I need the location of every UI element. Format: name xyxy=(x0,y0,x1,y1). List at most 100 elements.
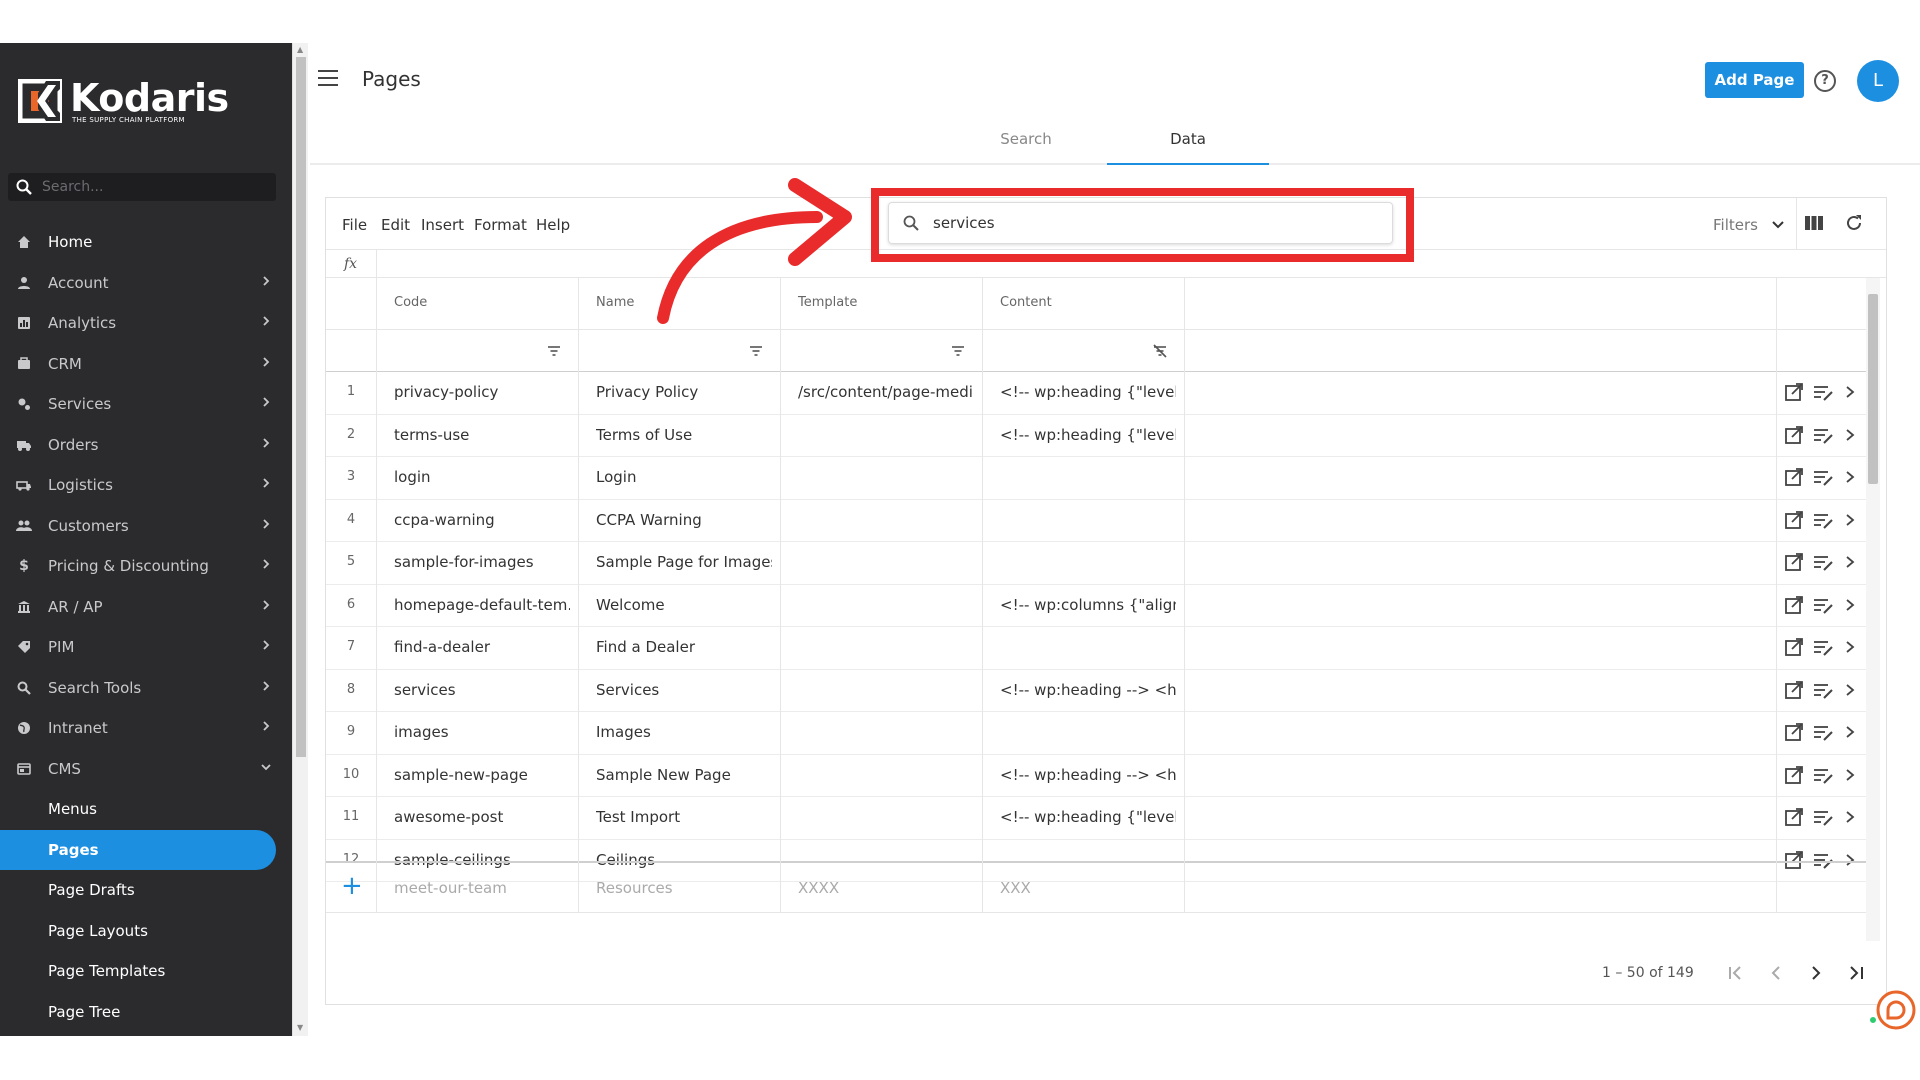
open-external-icon[interactable] xyxy=(1784,467,1804,487)
column-header-name[interactable]: Name xyxy=(596,295,634,310)
cell-content[interactable]: <!-- wp:heading --> <h2... xyxy=(1000,766,1176,784)
chevron-right-icon[interactable] xyxy=(1842,637,1858,657)
cell-content[interactable]: <!-- wp:heading {"level":... xyxy=(1000,426,1176,444)
table-row[interactable]: 6 homepage-default-tem... Welcome <!-- wp:c… xyxy=(326,585,1866,627)
cell-name[interactable]: Test Import xyxy=(596,808,772,826)
new-row-code-placeholder[interactable]: meet-our-team xyxy=(394,879,507,897)
menu-edit[interactable]: Edit xyxy=(381,216,410,234)
new-row-content-placeholder[interactable]: XXX xyxy=(1000,879,1031,897)
table-row[interactable]: 7 find-a-dealer Find a Dealer xyxy=(326,627,1866,670)
cell-content[interactable]: <!-- wp:heading --> <h2... xyxy=(1000,681,1176,699)
table-row[interactable]: 3 login Login xyxy=(326,457,1866,500)
sidebar-item-cms[interactable]: CMS xyxy=(0,749,292,790)
cell-name[interactable]: Find a Dealer xyxy=(596,638,772,656)
chat-support-icon[interactable] xyxy=(1876,990,1916,1030)
chevron-right-icon[interactable] xyxy=(1842,722,1858,742)
sidebar-subitem-page-layouts[interactable]: Page Layouts xyxy=(0,911,292,952)
sidebar-subitem-page-drafts[interactable]: Page Drafts xyxy=(0,870,292,911)
chevron-right-icon[interactable] xyxy=(1842,595,1858,615)
sidebar-item-analytics[interactable]: Analytics xyxy=(0,303,292,344)
sidebar-subitem-page-templates[interactable]: Page Templates xyxy=(0,951,292,992)
cell-name[interactable]: Welcome xyxy=(596,596,772,614)
open-external-icon[interactable] xyxy=(1784,807,1804,827)
menu-file[interactable]: File xyxy=(342,216,367,234)
sidebar-item-ar-ap[interactable]: AR / AP xyxy=(0,587,292,628)
edit-lines-icon[interactable] xyxy=(1812,637,1834,657)
edit-lines-icon[interactable] xyxy=(1812,807,1834,827)
sidebar-item-intranet[interactable]: Intranet xyxy=(0,708,292,749)
cell-name[interactable]: Terms of Use xyxy=(596,426,772,444)
table-row[interactable]: 4 ccpa-warning CCPA Warning xyxy=(326,500,1866,542)
table-row[interactable]: 1 privacy-policy Privacy Policy/src/conten… xyxy=(326,372,1866,415)
cell-code[interactable]: homepage-default-tem... xyxy=(394,596,570,614)
edit-lines-icon[interactable] xyxy=(1812,595,1834,615)
chevron-right-icon[interactable] xyxy=(1842,552,1858,572)
previous-page-icon[interactable] xyxy=(1766,963,1786,983)
edit-lines-icon[interactable] xyxy=(1812,765,1834,785)
table-row[interactable]: 8 services Services <!-- wp:heading --> <h2… xyxy=(326,670,1866,712)
filter-icon[interactable] xyxy=(950,344,966,358)
help-icon[interactable]: ? xyxy=(1814,70,1836,92)
sidebar-subitem-pages[interactable]: Pages xyxy=(0,829,276,870)
tab-search[interactable]: Search xyxy=(945,120,1107,165)
sidebar-subitem-menus[interactable]: Menus xyxy=(0,789,292,830)
sidebar-item-orders[interactable]: Orders xyxy=(0,425,292,466)
cell-code[interactable]: privacy-policy xyxy=(394,383,570,401)
chevron-right-icon[interactable] xyxy=(1842,382,1858,402)
edit-lines-icon[interactable] xyxy=(1812,467,1834,487)
edit-lines-icon[interactable] xyxy=(1812,425,1834,445)
sidebar-item-search-tools[interactable]: Search Tools xyxy=(0,668,292,709)
cell-name[interactable]: Services xyxy=(596,681,772,699)
open-external-icon[interactable] xyxy=(1784,382,1804,402)
new-row-name-placeholder[interactable]: Resources xyxy=(596,879,673,897)
cell-content[interactable]: <!-- wp:heading {"level":... xyxy=(1000,383,1176,401)
sidebar-search-input[interactable]: Search... xyxy=(8,173,276,201)
cell-code[interactable]: find-a-dealer xyxy=(394,638,570,656)
edit-lines-icon[interactable] xyxy=(1812,722,1834,742)
menu-toggle-icon[interactable] xyxy=(318,70,338,86)
cell-name[interactable]: Privacy Policy xyxy=(596,383,772,401)
table-row[interactable]: 2 terms-use Terms of Use <!-- wp:heading {"… xyxy=(326,415,1866,457)
open-external-icon[interactable] xyxy=(1784,510,1804,530)
refresh-icon[interactable] xyxy=(1844,213,1864,237)
grid-scroll-thumb[interactable] xyxy=(1868,294,1878,484)
filter-off-icon[interactable] xyxy=(1152,344,1168,358)
cell-code[interactable]: awesome-post xyxy=(394,808,570,826)
open-external-icon[interactable] xyxy=(1784,680,1804,700)
sidebar-item-pim[interactable]: PIM xyxy=(0,627,292,668)
next-page-icon[interactable] xyxy=(1806,963,1826,983)
cell-content[interactable]: <!-- wp:heading {"level":... xyxy=(1000,808,1176,826)
scroll-down-icon[interactable]: ▼ xyxy=(297,1023,303,1032)
brand-logo[interactable]: Kodaris THE SUPPLY CHAIN PLATFORM xyxy=(17,77,229,125)
sidebar-scroll-thumb[interactable] xyxy=(296,57,306,757)
column-header-content[interactable]: Content xyxy=(1000,295,1052,310)
table-row[interactable]: 11 awesome-post Test Import <!-- wp:heading… xyxy=(326,797,1866,840)
edit-lines-icon[interactable] xyxy=(1812,382,1834,402)
cell-name[interactable]: Sample Page for Images xyxy=(596,553,772,571)
sidebar-item-account[interactable]: Account xyxy=(0,263,292,304)
columns-icon[interactable] xyxy=(1804,214,1824,236)
user-avatar[interactable]: L xyxy=(1857,60,1899,102)
tab-data[interactable]: Data xyxy=(1107,120,1269,165)
cell-code[interactable]: terms-use xyxy=(394,426,570,444)
cell-code[interactable]: ccpa-warning xyxy=(394,511,570,529)
open-external-icon[interactable] xyxy=(1784,552,1804,572)
menu-format[interactable]: Format xyxy=(474,216,527,234)
new-row[interactable]: + meet-our-team Resources XXXX XXX xyxy=(326,861,1866,913)
cell-code[interactable]: images xyxy=(394,723,570,741)
open-external-icon[interactable] xyxy=(1784,722,1804,742)
table-row[interactable]: 10 sample-new-page Sample New Page <!-- wp:… xyxy=(326,755,1866,797)
first-page-icon[interactable] xyxy=(1726,963,1746,983)
cell-name[interactable]: Sample New Page xyxy=(596,766,772,784)
chevron-right-icon[interactable] xyxy=(1842,680,1858,700)
menu-insert[interactable]: Insert xyxy=(421,216,464,234)
sidebar-item-pricing-discounting[interactable]: $ Pricing & Discounting xyxy=(0,546,292,587)
sidebar-item-logistics[interactable]: Logistics xyxy=(0,465,292,506)
cell-name[interactable]: Images xyxy=(596,723,772,741)
chevron-right-icon[interactable] xyxy=(1842,510,1858,530)
sidebar-item-crm[interactable]: CRM xyxy=(0,344,292,385)
cell-content[interactable]: <!-- wp:columns {"align"... xyxy=(1000,596,1176,614)
cell-name[interactable]: Login xyxy=(596,468,772,486)
filters-dropdown[interactable]: Filters xyxy=(1713,216,1785,234)
cell-code[interactable]: login xyxy=(394,468,570,486)
